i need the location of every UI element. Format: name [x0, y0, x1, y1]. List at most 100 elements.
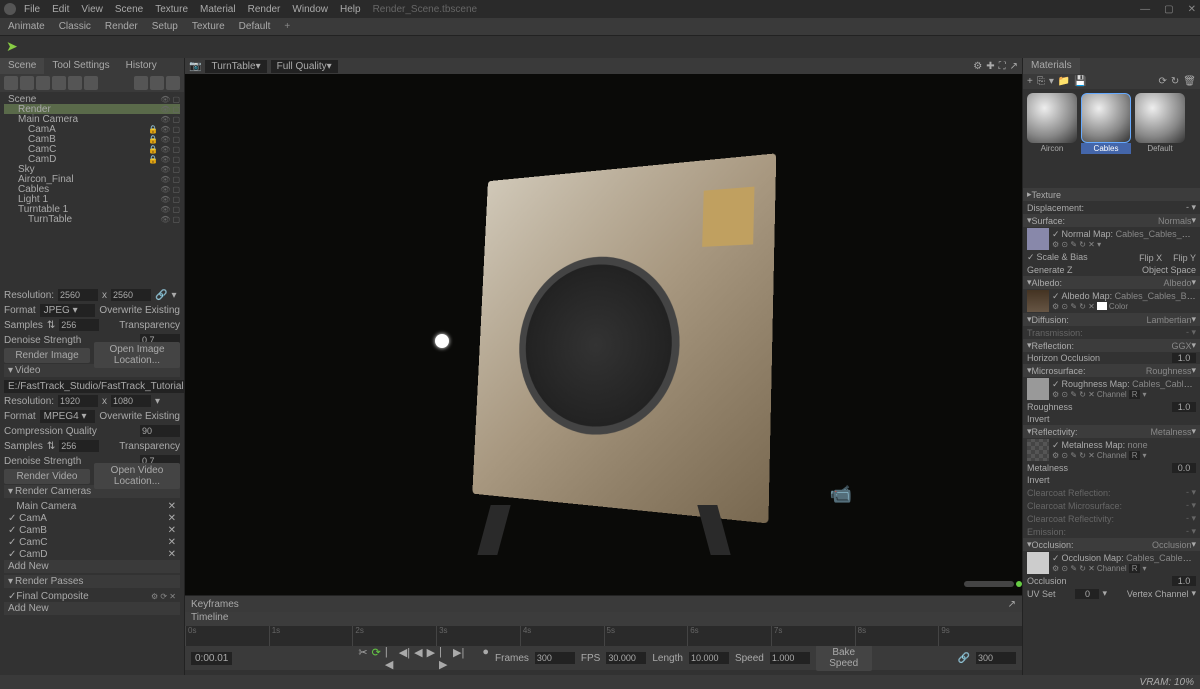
menu-scene[interactable]: Scene: [115, 4, 143, 15]
add-group-icon[interactable]: [84, 76, 98, 90]
tab-default[interactable]: Default: [239, 21, 271, 32]
speed-input[interactable]: [770, 652, 810, 664]
duplicate-material-icon[interactable]: ⎘: [1037, 76, 1045, 87]
render-camera-item[interactable]: Main Camera✕: [4, 500, 180, 512]
timeline-ruler[interactable]: 0s1s2s3s4s5s6s7s8s9s: [185, 626, 1022, 646]
res-dropdown-icon[interactable]: ▾: [171, 290, 176, 301]
duplicate-icon[interactable]: [150, 76, 164, 90]
render-camera-item[interactable]: ✓ CamD✕: [4, 548, 180, 560]
material-cables[interactable]: Cables: [1081, 93, 1131, 154]
folder-materials-icon[interactable]: 📁: [1058, 76, 1070, 87]
transparency-checkbox[interactable]: Transparency: [119, 320, 180, 331]
maximize-icon[interactable]: ▢: [1164, 4, 1173, 15]
light-gizmo-icon[interactable]: [435, 334, 449, 348]
reflectivity-header[interactable]: ▾ Reflectivity:Metalness ▾: [1023, 425, 1200, 438]
menu-view[interactable]: View: [81, 4, 103, 15]
render-camera-item[interactable]: ✓ CamC✕: [4, 536, 180, 548]
generate-z-checkbox[interactable]: Generate Z: [1027, 265, 1073, 275]
open-image-location-button[interactable]: Open Image Location...: [94, 342, 180, 368]
add-object-icon[interactable]: [4, 76, 18, 90]
tree-node-camb[interactable]: CamB🔒👁▢: [4, 134, 180, 144]
camera-gizmo-icon[interactable]: 📹: [830, 484, 852, 505]
viewport-popout-icon[interactable]: ↗: [1010, 61, 1018, 72]
occlusion-header[interactable]: ▾ Occlusion:Occlusion ▾: [1023, 538, 1200, 551]
resolution-height-input[interactable]: [111, 289, 151, 301]
add-light-icon[interactable]: [20, 76, 34, 90]
tree-node-sky[interactable]: Sky👁▢: [4, 164, 180, 174]
video-samples-input[interactable]: [59, 440, 99, 452]
timeline-popout-icon[interactable]: ↗: [1008, 599, 1016, 610]
minimize-icon[interactable]: —: [1140, 4, 1150, 15]
roughness-map-checkbox[interactable]: [1052, 379, 1062, 389]
video-transparency-checkbox[interactable]: Transparency: [119, 441, 180, 452]
add-shadow-icon[interactable]: [68, 76, 82, 90]
viewport-add-icon[interactable]: ✚: [986, 61, 994, 72]
add-render-pass-button[interactable]: Add New: [4, 602, 180, 615]
keyframes-tab[interactable]: Keyframes: [191, 599, 239, 610]
tab-materials[interactable]: Materials: [1023, 58, 1080, 74]
video-height-input[interactable]: [111, 395, 151, 407]
render-image-button[interactable]: Render Image: [4, 348, 90, 363]
metalness-input[interactable]: 0.0: [1172, 463, 1196, 473]
end-frame-input[interactable]: [976, 652, 1016, 664]
step-back-icon[interactable]: ◀|: [399, 646, 410, 671]
surface-header[interactable]: ▾ Surface:Normals ▾: [1023, 214, 1200, 227]
occlusion-input[interactable]: 1.0: [1172, 576, 1196, 586]
video-samples-stepper-icon[interactable]: ⇅: [47, 441, 55, 452]
tab-texture[interactable]: Texture: [192, 21, 225, 32]
tab-setup[interactable]: Setup: [152, 21, 178, 32]
tree-node-cables[interactable]: Cables👁▢: [4, 184, 180, 194]
tab-classic[interactable]: Classic: [59, 21, 91, 32]
flipy-checkbox[interactable]: Flip Y: [1173, 253, 1196, 263]
horizon-occlusion-input[interactable]: 1.0: [1172, 353, 1196, 363]
reload-materials-icon[interactable]: ↻: [1171, 76, 1179, 87]
play-back-icon[interactable]: ◀: [414, 646, 422, 671]
compression-quality-input[interactable]: [140, 425, 180, 437]
tab-tool-settings[interactable]: Tool Settings: [44, 58, 117, 74]
viewport-maximize-icon[interactable]: ⛶: [999, 61, 1006, 72]
viewport-quality-dropdown[interactable]: Full Quality▾: [271, 60, 338, 73]
video-width-input[interactable]: [58, 395, 98, 407]
tree-node-camd[interactable]: CamD🔒👁▢: [4, 154, 180, 164]
material-aircon[interactable]: Aircon: [1027, 93, 1077, 154]
open-video-location-button[interactable]: Open Video Location...: [94, 463, 180, 489]
tree-node-camc[interactable]: CamC🔒👁▢: [4, 144, 180, 154]
save-material-icon[interactable]: 💾: [1074, 76, 1086, 87]
albedo-header[interactable]: ▾ Albedo:Albedo ▾: [1023, 276, 1200, 289]
tree-node-light-1[interactable]: Light 1👁▢: [4, 194, 180, 204]
menu-edit[interactable]: Edit: [52, 4, 69, 15]
tab-render[interactable]: Render: [105, 21, 138, 32]
tab-animate[interactable]: Animate: [8, 21, 45, 32]
fps-input[interactable]: [606, 652, 646, 664]
occlusion-map-thumb[interactable]: [1027, 552, 1049, 574]
cut-icon[interactable]: ✂: [358, 646, 367, 671]
tree-node-render[interactable]: Render👁▢: [4, 104, 180, 114]
flipx-checkbox[interactable]: Flip X: [1139, 253, 1162, 263]
step-forward-icon[interactable]: |▶: [439, 646, 449, 671]
metalness-map-thumb[interactable]: [1027, 439, 1049, 461]
add-camera-button[interactable]: Add New: [4, 560, 180, 573]
loop-icon[interactable]: ⟳: [372, 646, 381, 671]
tree-node-turntable-1[interactable]: Turntable 1👁▢: [4, 204, 180, 214]
add-camera-icon[interactable]: [36, 76, 50, 90]
microsurface-header[interactable]: ▾ Microsurface:Roughness ▾: [1023, 364, 1200, 377]
lock-aspect-icon[interactable]: 🔗: [155, 290, 167, 301]
menu-file[interactable]: File: [24, 4, 40, 15]
video-overwrite-checkbox[interactable]: Overwrite Existing: [99, 411, 180, 422]
roughness-input[interactable]: 1.0: [1172, 402, 1196, 412]
render-passes-header[interactable]: ▾Render Passes: [4, 575, 180, 588]
albedo-map-checkbox[interactable]: [1052, 291, 1062, 301]
move-tool-icon[interactable]: ➤: [6, 38, 18, 54]
tab-history[interactable]: History: [118, 58, 165, 74]
material-default[interactable]: Default: [1135, 93, 1185, 154]
video-res-dropdown-icon[interactable]: ▾: [155, 396, 160, 407]
format-dropdown[interactable]: JPEG ▾: [40, 304, 96, 317]
texture-header[interactable]: ▸ Texture: [1023, 188, 1200, 201]
render-camera-item[interactable]: ✓ CamB✕: [4, 524, 180, 536]
add-fog-icon[interactable]: [52, 76, 66, 90]
normal-map-thumb[interactable]: [1027, 228, 1049, 250]
albedo-map-thumb[interactable]: [1027, 290, 1049, 312]
menu-material[interactable]: Material: [200, 4, 236, 15]
object-space-checkbox[interactable]: Object Space: [1142, 265, 1196, 275]
render-video-button[interactable]: Render Video: [4, 469, 90, 484]
